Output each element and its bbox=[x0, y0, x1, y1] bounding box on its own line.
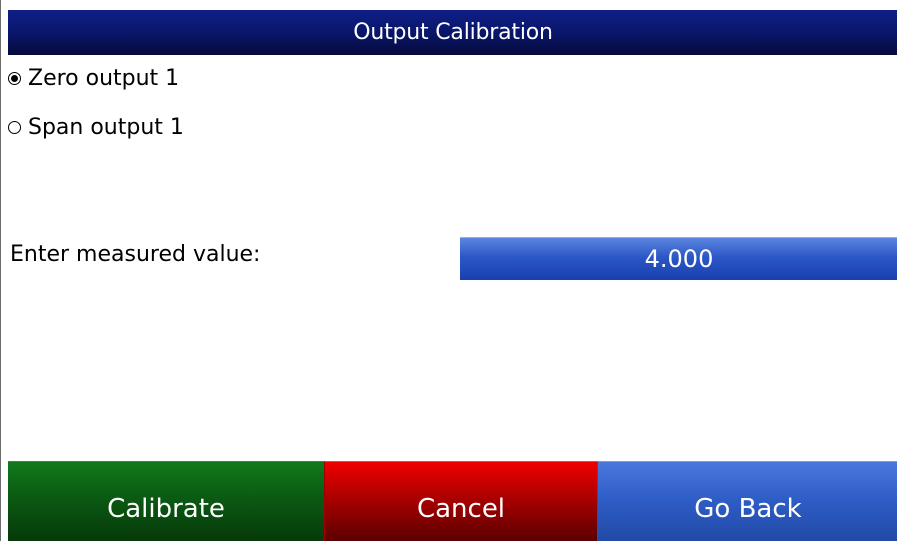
output-calibration-screen: Output Calibration Zero output 1 Span ou… bbox=[0, 0, 897, 541]
radio-zero-output-1[interactable]: Zero output 1 bbox=[8, 61, 179, 95]
radio-dot-icon bbox=[11, 74, 18, 82]
radio-label-zero-output-1: Zero output 1 bbox=[28, 65, 180, 91]
radio-label-span-output-1: Span output 1 bbox=[28, 114, 184, 140]
radio-selected-icon[interactable] bbox=[8, 71, 21, 85]
measured-value-input[interactable]: 4.000 bbox=[460, 237, 897, 280]
page-title: Output Calibration bbox=[8, 10, 897, 55]
radio-unselected-icon[interactable] bbox=[8, 120, 21, 134]
radio-span-output-1[interactable]: Span output 1 bbox=[8, 110, 184, 144]
go-back-button[interactable]: Go Back bbox=[597, 461, 897, 541]
calibrate-button[interactable]: Calibrate bbox=[8, 461, 324, 541]
measured-value-label: Enter measured value: bbox=[10, 242, 261, 267]
cancel-button[interactable]: Cancel bbox=[324, 461, 597, 541]
